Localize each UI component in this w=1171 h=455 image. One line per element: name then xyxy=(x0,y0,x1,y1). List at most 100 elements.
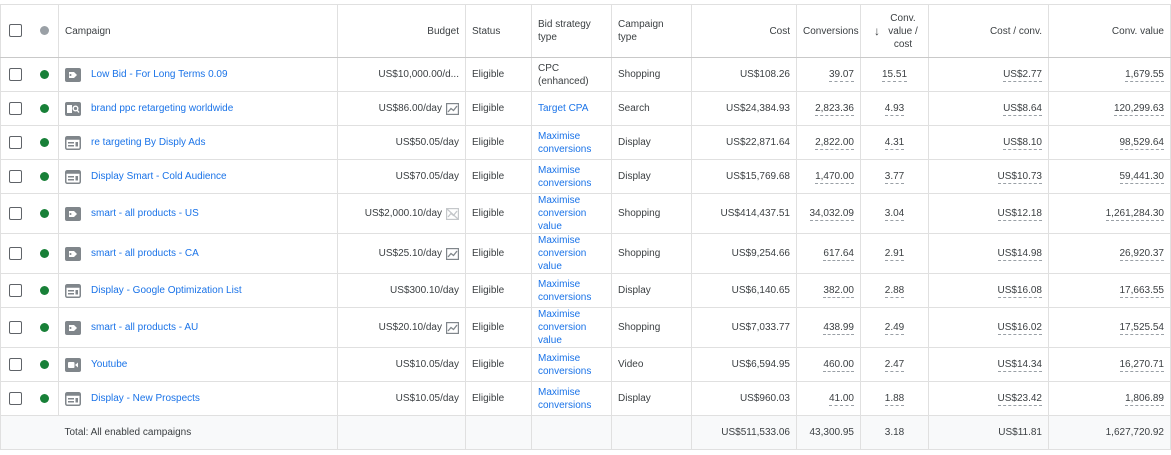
conv-value-cost-cell[interactable]: 2.91 xyxy=(860,233,929,274)
budget-cell[interactable]: US$25.10/day xyxy=(337,233,466,274)
header-conv-value[interactable]: Conv. value xyxy=(1048,4,1171,58)
conv-value-cell[interactable]: 1,806.89 xyxy=(1048,381,1171,416)
header-campaign-type[interactable]: Campaign type xyxy=(611,4,692,58)
budget-cell[interactable]: US$300.10/day xyxy=(337,273,466,308)
header-budget[interactable]: Budget xyxy=(337,4,466,58)
conv-value-cost-cell[interactable]: 2.49 xyxy=(860,307,929,348)
cost-per-conv-cell[interactable]: US$2.77 xyxy=(928,57,1049,92)
campaign-name-link[interactable]: Low Bid - For Long Terms 0.09 xyxy=(91,69,228,80)
conv-value-cost-cell[interactable]: 4.93 xyxy=(860,91,929,126)
conv-value-cost-cell[interactable]: 4.31 xyxy=(860,125,929,160)
header-campaign[interactable]: Campaign xyxy=(58,4,338,58)
cost-per-conv-cell[interactable]: US$16.08 xyxy=(928,273,1049,308)
row-checkbox[interactable] xyxy=(9,392,23,405)
enabled-status-icon[interactable] xyxy=(39,171,49,181)
table-row[interactable]: smart - all products - AU US$20.10/day Eli… xyxy=(0,307,1171,348)
conversions-cell[interactable]: 2,822.00 xyxy=(796,125,861,160)
header-status[interactable]: Status xyxy=(465,4,532,58)
campaign-name-link[interactable]: smart - all products - AU xyxy=(91,322,198,333)
status-filter-icon[interactable] xyxy=(39,26,49,36)
conversions-cell[interactable]: 39.07 xyxy=(796,57,861,92)
header-cost[interactable]: Cost xyxy=(691,4,797,58)
table-row[interactable]: Low Bid - For Long Terms 0.09 US$10,000.0… xyxy=(0,57,1171,92)
bid-strategy-cell[interactable]: Target CPA xyxy=(531,91,612,126)
row-checkbox[interactable] xyxy=(9,136,23,149)
row-checkbox[interactable] xyxy=(9,68,23,81)
conv-value-cost-cell[interactable]: 3.04 xyxy=(860,193,929,234)
conv-value-cell[interactable]: 98,529.64 xyxy=(1048,125,1171,160)
bid-strategy-cell[interactable]: Maximise conversions xyxy=(531,347,612,382)
conv-value-cell[interactable]: 16,270.71 xyxy=(1048,347,1171,382)
campaign-name-link[interactable]: smart - all products - US xyxy=(91,208,199,219)
row-checkbox[interactable] xyxy=(9,358,23,371)
enabled-status-icon[interactable] xyxy=(39,322,49,332)
campaign-name-link[interactable]: Youtube xyxy=(91,359,127,370)
table-row[interactable]: smart - all products - CA US$25.10/day Eli… xyxy=(0,233,1171,274)
table-row[interactable]: Display Smart - Cold Audience US$70.05/da… xyxy=(0,159,1171,194)
campaign-name-link[interactable]: Display - New Prospects xyxy=(91,393,200,404)
budget-cell[interactable]: US$86.00/day xyxy=(337,91,466,126)
conv-value-cost-cell[interactable]: 3.77 xyxy=(860,159,929,194)
row-checkbox[interactable] xyxy=(9,207,23,220)
budget-cell[interactable]: US$2,000.10/day xyxy=(337,193,466,234)
header-conv-value-cost[interactable]: ↓ Conv. value / cost xyxy=(860,4,929,58)
table-row[interactable]: Display - Google Optimization List US$300… xyxy=(0,273,1171,308)
row-checkbox[interactable] xyxy=(9,170,23,183)
campaign-name-link[interactable]: brand ppc retargeting worldwide xyxy=(91,103,233,114)
conv-value-cost-cell[interactable]: 1.88 xyxy=(860,381,929,416)
trend-chart-icon[interactable] xyxy=(446,102,460,115)
header-conversions[interactable]: Conversions xyxy=(796,4,861,58)
enabled-status-icon[interactable] xyxy=(39,285,49,295)
conv-value-cell[interactable]: 26,920.37 xyxy=(1048,233,1171,274)
conversions-cell[interactable]: 382.00 xyxy=(796,273,861,308)
table-row[interactable]: brand ppc retargeting worldwide US$86.00/… xyxy=(0,91,1171,126)
row-checkbox[interactable] xyxy=(9,102,23,115)
conversions-cell[interactable]: 1,470.00 xyxy=(796,159,861,194)
conversions-cell[interactable]: 438.99 xyxy=(796,307,861,348)
header-cost-per-conv[interactable]: Cost / conv. xyxy=(928,4,1049,58)
conv-value-cell[interactable]: 59,441.30 xyxy=(1048,159,1171,194)
row-checkbox[interactable] xyxy=(9,284,23,297)
cost-per-conv-cell[interactable]: US$14.98 xyxy=(928,233,1049,274)
bid-strategy-cell[interactable]: Maximise conversions xyxy=(531,273,612,308)
conv-value-cost-cell[interactable]: 15.51 xyxy=(860,57,929,92)
table-row[interactable]: re targeting By Disply Ads US$50.05/day El… xyxy=(0,125,1171,160)
conversions-cell[interactable]: 2,823.36 xyxy=(796,91,861,126)
trend-chart-disabled-icon[interactable] xyxy=(446,207,460,220)
select-all-checkbox[interactable] xyxy=(9,24,23,38)
conv-value-cost-cell[interactable]: 2.47 xyxy=(860,347,929,382)
conv-value-cost-cell[interactable]: 2.88 xyxy=(860,273,929,308)
conv-value-cell[interactable]: 120,299.63 xyxy=(1048,91,1171,126)
campaign-name-link[interactable]: Display Smart - Cold Audience xyxy=(91,171,227,182)
budget-cell[interactable]: US$50.05/day xyxy=(337,125,466,160)
header-bid-strategy[interactable]: Bid strategy type xyxy=(531,4,612,58)
enabled-status-icon[interactable] xyxy=(39,137,49,147)
enabled-status-icon[interactable] xyxy=(39,69,49,79)
row-checkbox[interactable] xyxy=(9,247,23,260)
bid-strategy-cell[interactable]: Maximise conversion value xyxy=(531,193,612,234)
trend-chart-icon[interactable] xyxy=(446,247,460,260)
budget-cell[interactable]: US$10,000.00/d... xyxy=(337,57,466,92)
budget-cell[interactable]: US$10.05/day xyxy=(337,347,466,382)
row-checkbox[interactable] xyxy=(9,321,23,334)
conversions-cell[interactable]: 34,032.09 xyxy=(796,193,861,234)
campaign-name-link[interactable]: re targeting By Disply Ads xyxy=(91,137,206,148)
campaign-name-link[interactable]: Display - Google Optimization List xyxy=(91,285,242,296)
conversions-cell[interactable]: 41.00 xyxy=(796,381,861,416)
budget-cell[interactable]: US$70.05/day xyxy=(337,159,466,194)
bid-strategy-cell[interactable]: Maximise conversions xyxy=(531,159,612,194)
cost-per-conv-cell[interactable]: US$8.64 xyxy=(928,91,1049,126)
cost-per-conv-cell[interactable]: US$10.73 xyxy=(928,159,1049,194)
bid-strategy-cell[interactable]: Maximise conversion value xyxy=(531,233,612,274)
table-row[interactable]: smart - all products - US US$2,000.10/day… xyxy=(0,193,1171,234)
enabled-status-icon[interactable] xyxy=(39,248,49,258)
conversions-cell[interactable]: 460.00 xyxy=(796,347,861,382)
conv-value-cell[interactable]: 1,261,284.30 xyxy=(1048,193,1171,234)
enabled-status-icon[interactable] xyxy=(39,208,49,218)
table-row[interactable]: Display - New Prospects US$10.05/day Eligi… xyxy=(0,381,1171,416)
conv-value-cell[interactable]: 17,525.54 xyxy=(1048,307,1171,348)
cost-per-conv-cell[interactable]: US$8.10 xyxy=(928,125,1049,160)
bid-strategy-cell[interactable]: Maximise conversion value xyxy=(531,307,612,348)
conversions-cell[interactable]: 617.64 xyxy=(796,233,861,274)
cost-per-conv-cell[interactable]: US$23.42 xyxy=(928,381,1049,416)
